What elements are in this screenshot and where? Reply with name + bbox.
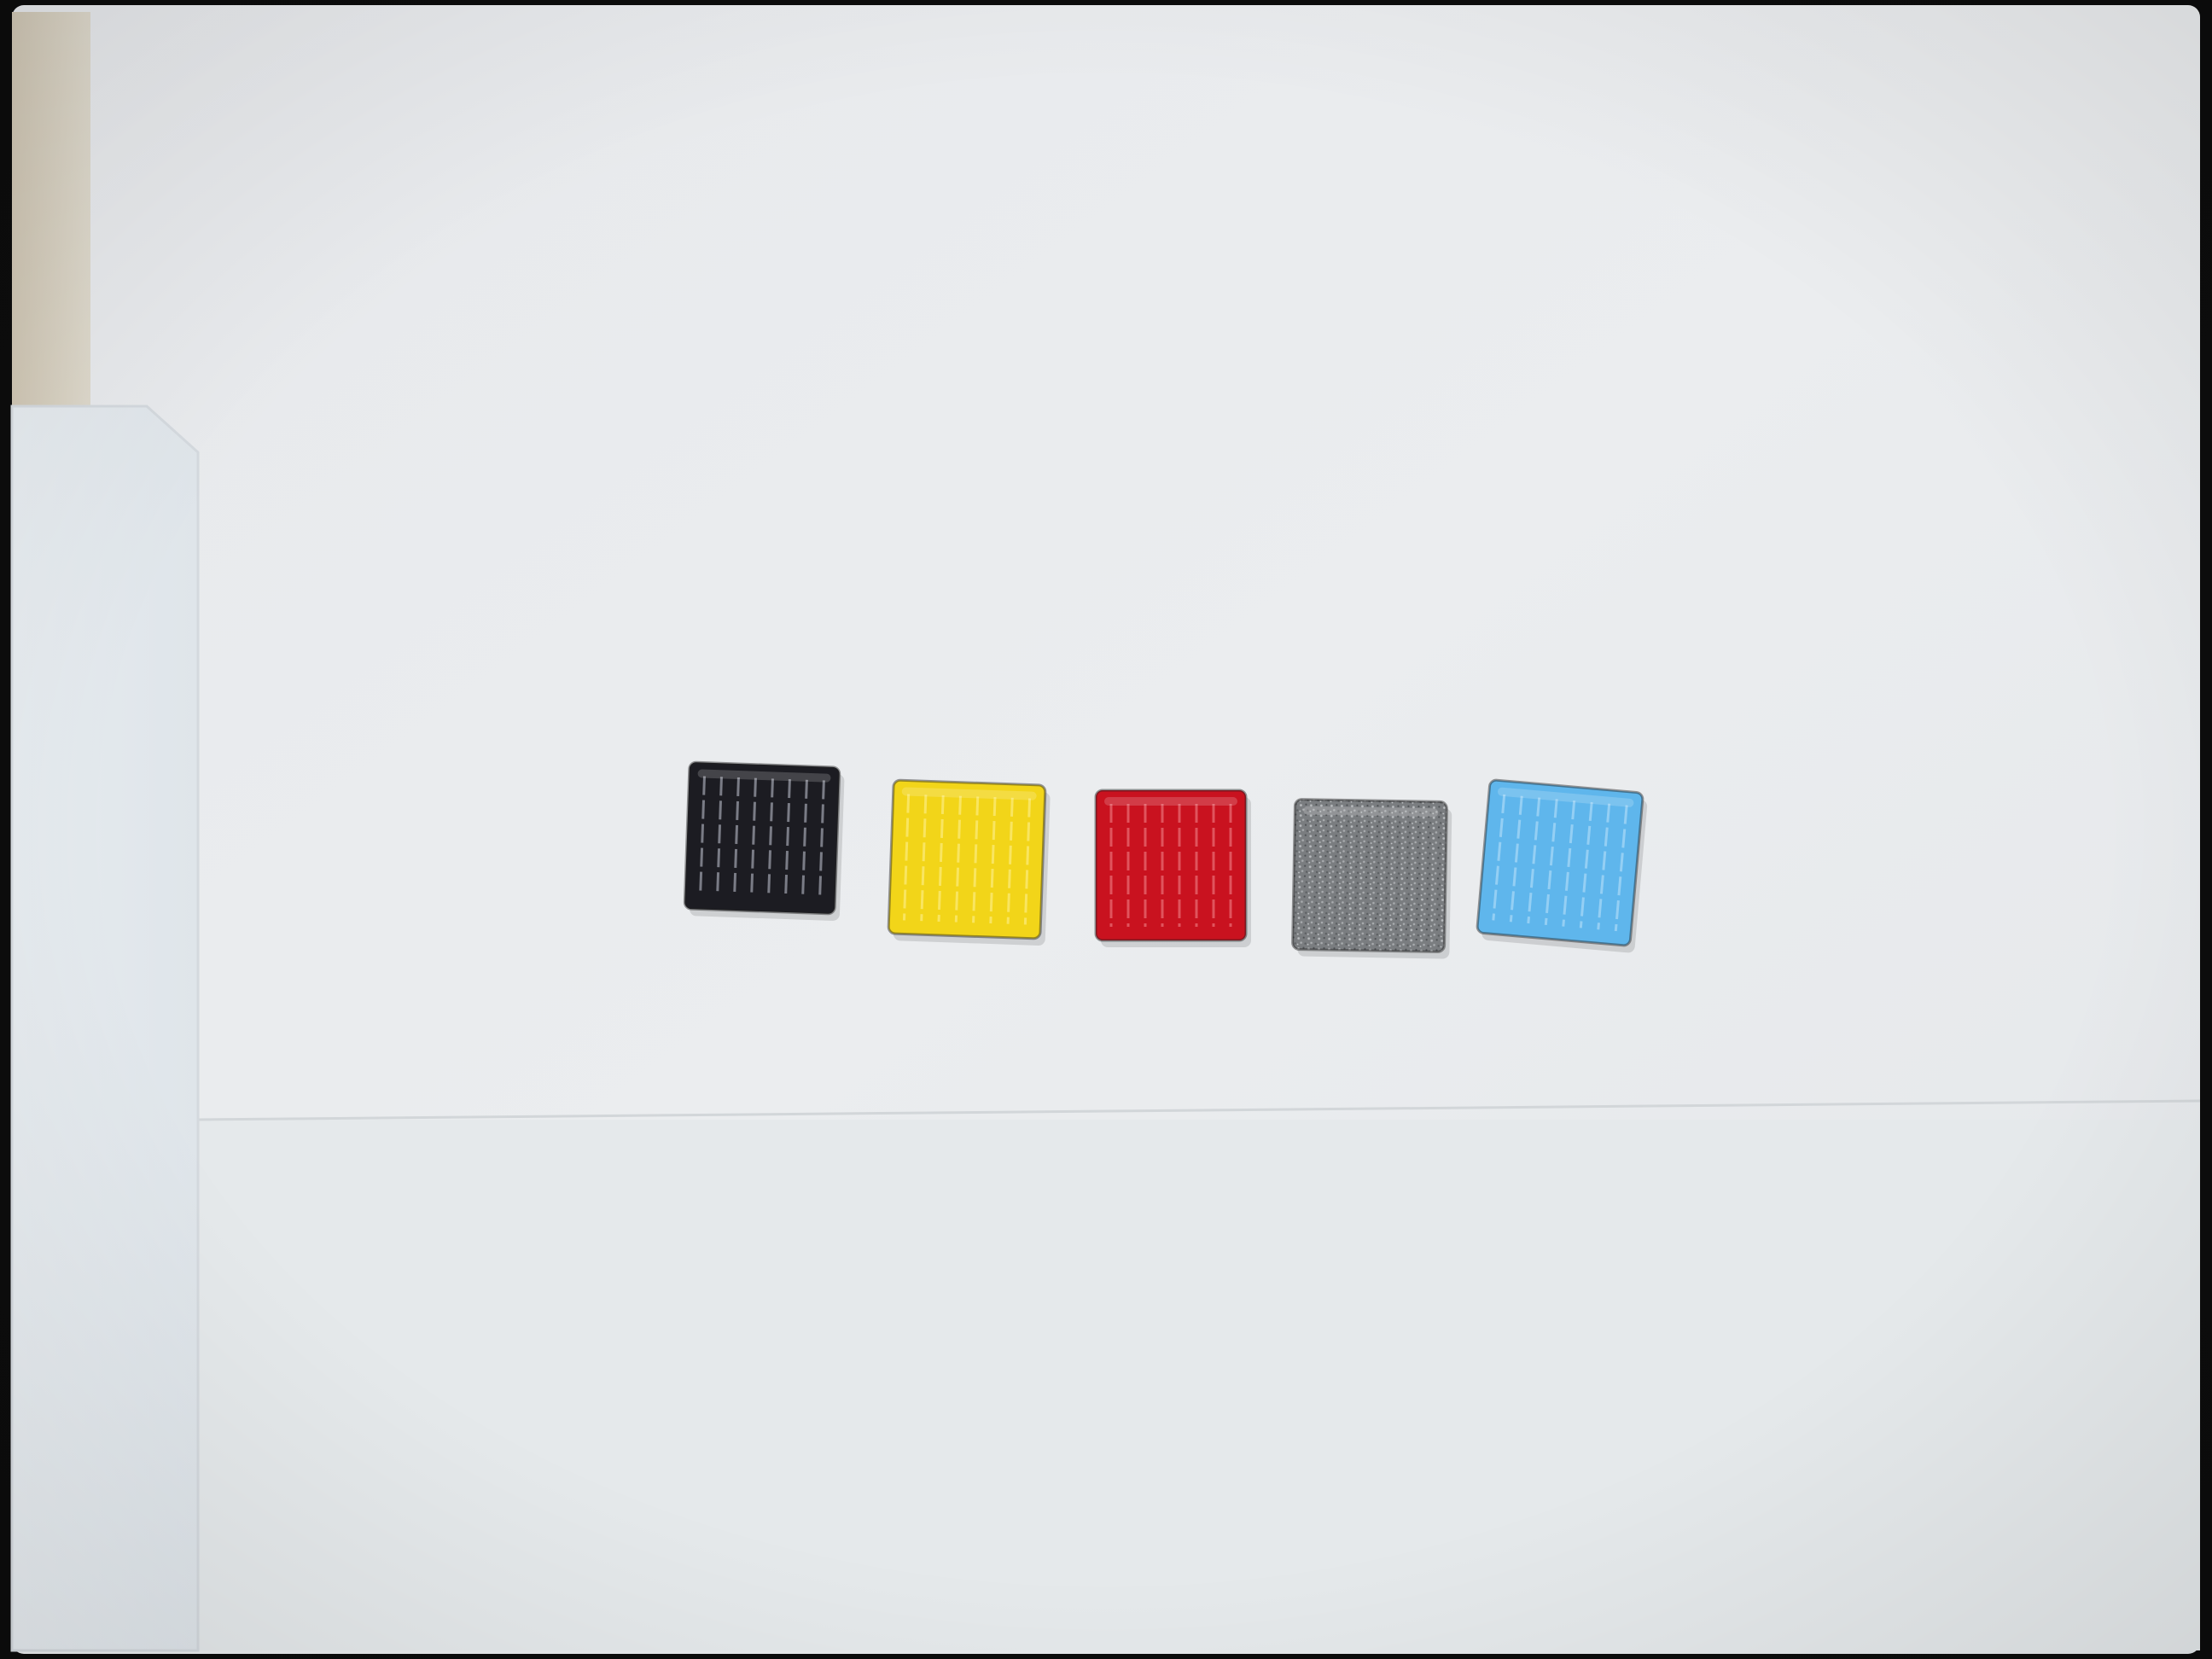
tile-yellow [887,778,1051,946]
tile-body [683,760,841,916]
tile-black [683,760,845,921]
tile-body [1094,789,1248,942]
photo-scene [0,0,2212,1659]
tile-blue [1476,778,1648,953]
tile-gray [1291,798,1452,959]
tile-red [1094,789,1251,947]
photo-canvas [0,0,2212,1659]
tile-glare [1104,797,1237,806]
tile-body [1291,798,1448,953]
tile-body [887,778,1047,940]
